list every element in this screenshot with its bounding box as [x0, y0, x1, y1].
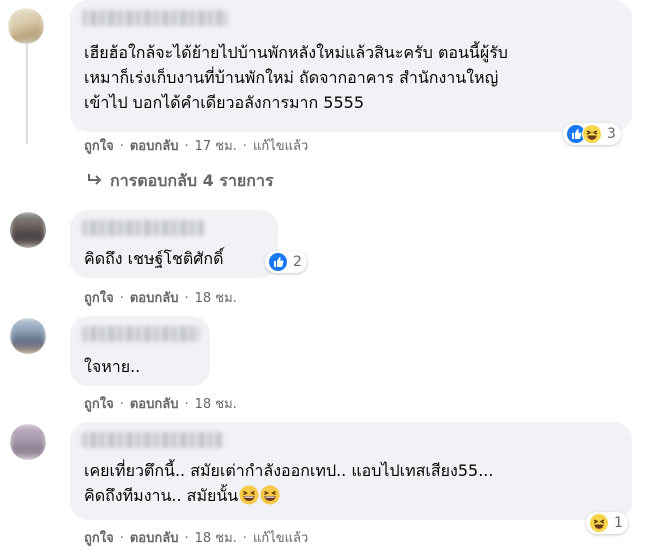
avatar[interactable] — [10, 318, 46, 354]
reaction-count: 1 — [614, 515, 623, 531]
like-link[interactable]: ถูกใจ — [84, 290, 114, 308]
separator: · — [184, 397, 189, 412]
like-link[interactable]: ถูกใจ — [84, 396, 114, 414]
timestamp[interactable]: 17 ชม. — [195, 138, 237, 156]
comment-bubble: เคยเที่ยวตึกนี้.. สมัยเต่ากำลังออกเทป.. … — [70, 422, 632, 520]
comment-text: เฮียฮ้อใกล้จะได้ย้ายไปบ้านพักหลังใหม่แล้… — [84, 43, 508, 112]
commenter-name[interactable] — [82, 432, 222, 448]
grinning-squint-icon — [239, 485, 259, 505]
separator: · — [119, 531, 124, 546]
edited-label[interactable]: แก้ไขแล้ว — [253, 138, 308, 156]
reply-arrow-icon — [88, 174, 102, 185]
separator: · — [242, 139, 247, 154]
haha-icon — [582, 124, 602, 144]
reaction-count: 2 — [293, 254, 302, 270]
haha-icon — [589, 513, 609, 533]
avatar[interactable] — [8, 8, 44, 44]
like-icon — [268, 252, 288, 272]
thread-line — [26, 44, 28, 144]
reply-link[interactable]: ตอบกลับ — [130, 530, 179, 548]
comment-actions: ถูกใจ · ตอบกลับ · 18 ชม. — [84, 290, 237, 308]
avatar[interactable] — [10, 424, 46, 460]
reply-link[interactable]: ตอบกลับ — [130, 290, 179, 308]
timestamp[interactable]: 18 ชม. — [195, 290, 237, 308]
comment-bubble: เฮียฮ้อใกล้จะได้ย้ายไปบ้านพักหลังใหม่แล้… — [70, 0, 632, 132]
separator: · — [119, 397, 124, 412]
reply-link[interactable]: ตอบกลับ — [130, 396, 179, 414]
reaction-summary[interactable]: 2 — [265, 251, 307, 273]
like-link[interactable]: ถูกใจ — [84, 530, 114, 548]
commenter-name[interactable] — [82, 10, 228, 26]
comment-text-line: เคยเที่ยวตึกนี้.. สมัยเต่ากำลังออกเทป.. … — [84, 461, 494, 480]
reaction-count: 3 — [607, 126, 616, 142]
view-replies-link[interactable]: การตอบกลับ 4 รายการ — [86, 170, 274, 192]
commenter-name[interactable] — [82, 220, 204, 236]
comment-actions: ถูกใจ · ตอบกลับ · 18 ชม. · แก้ไขแล้ว — [84, 530, 308, 548]
like-link[interactable]: ถูกใจ — [84, 138, 114, 156]
timestamp[interactable]: 18 ชม. — [195, 530, 237, 548]
separator: · — [242, 531, 247, 546]
comment-text: เคยเที่ยวตึกนี้.. สมัยเต่ากำลังออกเทป.. … — [84, 458, 624, 508]
grinning-squint-icon — [260, 485, 280, 505]
comment-text-line: คิดถึงทีมงาน.. สมัยนั้น — [84, 486, 239, 505]
separator: · — [184, 291, 189, 306]
comment-text: คิดถึง เชษฐ์โชติศักดิ์ — [84, 249, 224, 268]
reaction-summary[interactable]: 3 — [563, 123, 621, 145]
avatar[interactable] — [10, 212, 46, 248]
comment-actions: ถูกใจ · ตอบกลับ · 18 ชม. — [84, 396, 237, 414]
comment-actions: ถูกใจ · ตอบกลับ · 17 ชม. · แก้ไขแล้ว — [84, 138, 308, 156]
separator: · — [184, 531, 189, 546]
view-replies-label: การตอบกลับ 4 รายการ — [110, 171, 274, 190]
comment-text: ใจหาย.. — [84, 357, 141, 376]
reaction-summary[interactable]: 1 — [586, 512, 628, 534]
comment-bubble: คิดถึง เชษฐ์โชติศักดิ์ — [70, 210, 278, 278]
separator: · — [119, 291, 124, 306]
comment-bubble: ใจหาย.. — [70, 316, 210, 386]
edited-label[interactable]: แก้ไขแล้ว — [253, 530, 308, 548]
reply-link[interactable]: ตอบกลับ — [130, 138, 179, 156]
separator: · — [119, 139, 124, 154]
separator: · — [184, 139, 189, 154]
commenter-name[interactable] — [82, 326, 200, 342]
timestamp[interactable]: 18 ชม. — [195, 396, 237, 414]
